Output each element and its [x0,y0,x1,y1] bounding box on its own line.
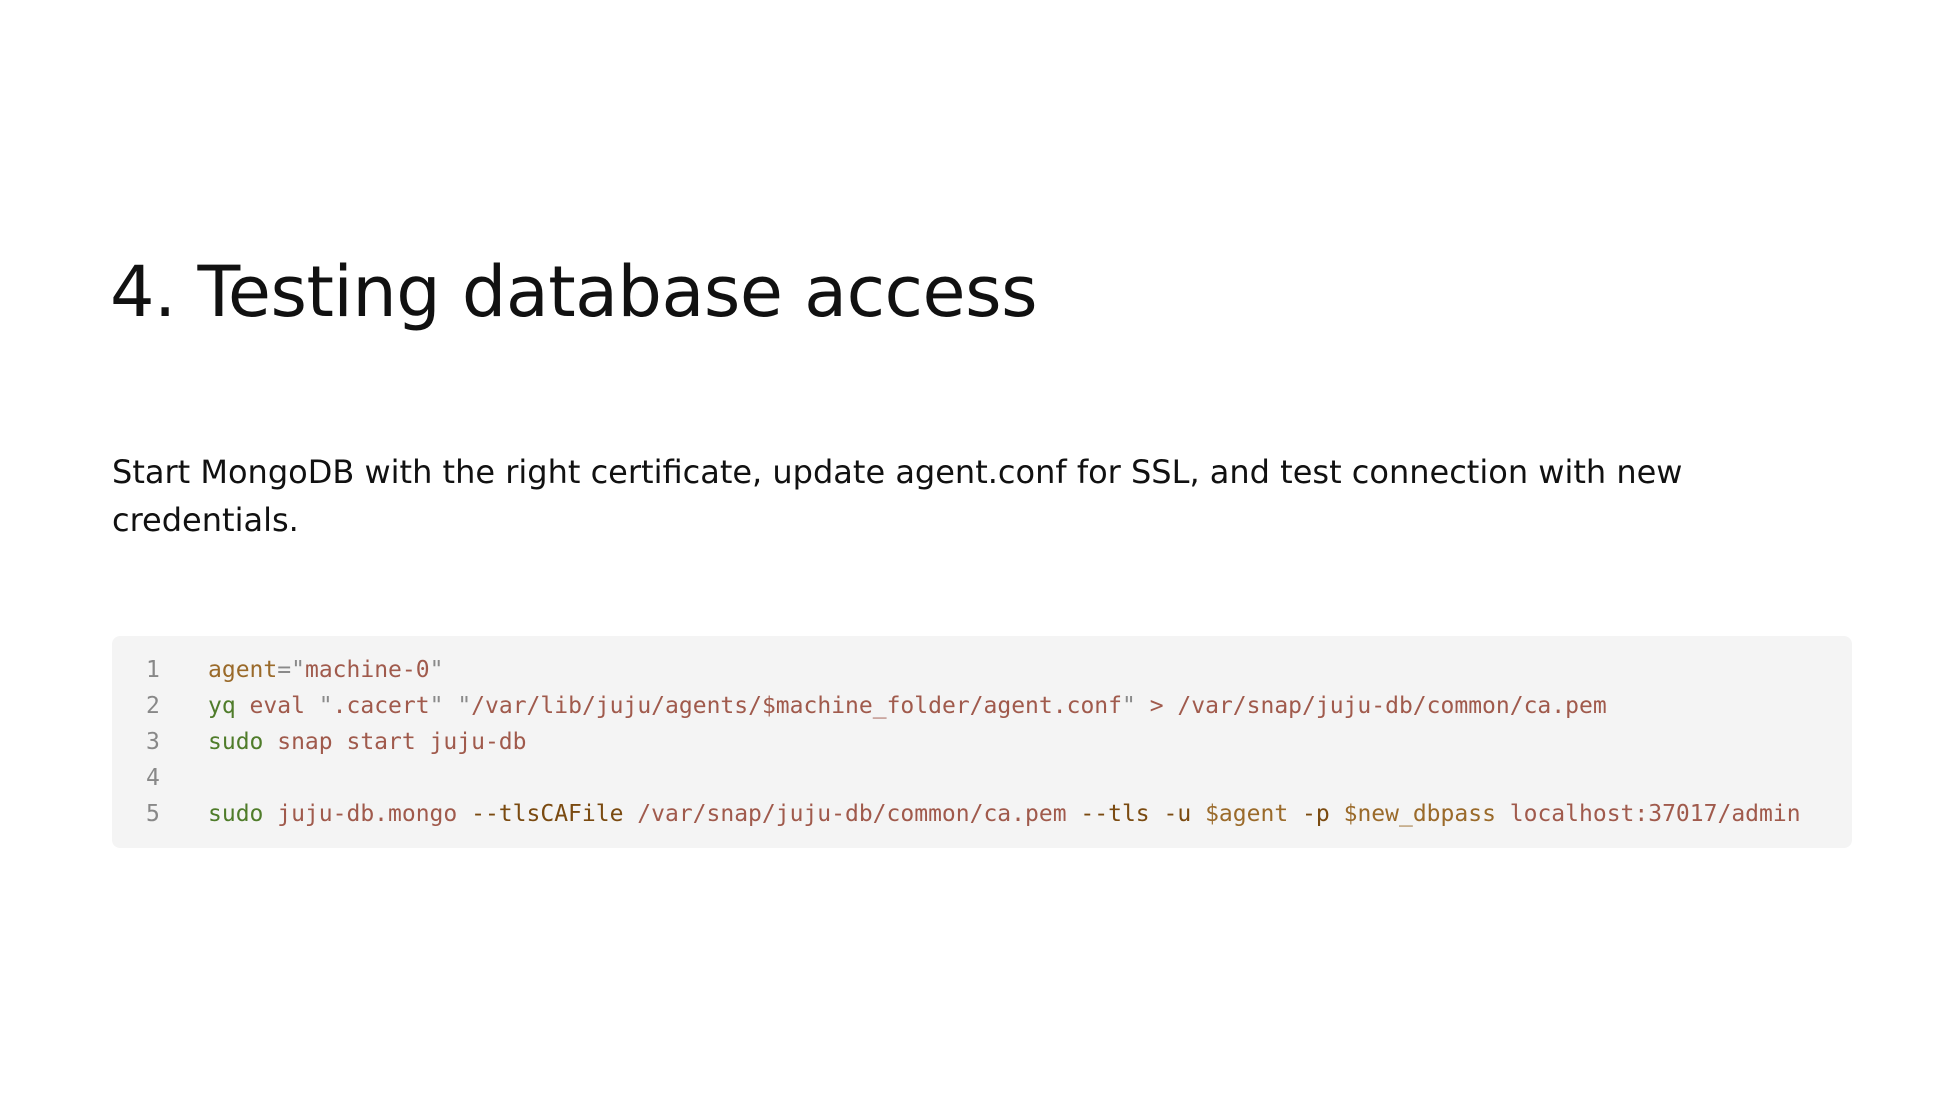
code-token: " [1122,693,1136,719]
code-token: -p [1302,801,1330,827]
code-token: /var/snap/juju-db/common/ca.pem [623,801,1081,827]
code-token: sudo [208,729,264,755]
code-token: /var/snap/juju-db/common/ca.pem [1177,693,1607,719]
code-token: " [318,693,333,719]
code-block[interactable]: 1 agent="machine-0" 2 yq eval ".cacert" "/v… [112,636,1852,848]
code-token: eval [235,693,319,719]
line-number: 5 [146,801,160,827]
code-token: " [291,657,305,683]
line-number: 4 [146,765,160,791]
code-token: juju-db.mongo [263,801,472,827]
slide-title: 4. Testing database access [110,251,1038,333]
code-token: yq [208,693,236,719]
code-token: -u [1163,801,1192,827]
line-number: 3 [146,729,160,755]
code-token: --tls [1080,801,1150,827]
line-number: 2 [146,693,160,719]
code-token: machine-0 [304,657,430,683]
code-line: 1 agent="machine-0" [112,652,1852,688]
code-token: " [429,693,444,719]
code-token: $new_dbpass [1343,801,1496,827]
code-text: sudo juju-db.mongo --tlsCAFile /var/snap… [196,796,1801,832]
line-number: 1 [146,657,160,683]
code-token: sudo [208,801,264,827]
code-token: > [1135,693,1178,719]
code-text: yq eval ".cacert" "/var/lib/juju/agents/… [196,688,1607,724]
code-text: sudo snap start juju-db [196,724,527,760]
code-token: = [277,657,292,683]
code-line: 5 sudo juju-db.mongo --tlsCAFile /var/sna… [112,796,1852,832]
code-line: 4 [112,760,1852,796]
code-line: 3 sudo snap start juju-db [112,724,1852,760]
code-text: agent="machine-0" [196,652,443,688]
code-token: localhost:37017/admin [1495,801,1801,827]
code-token: --tlsCAFile [471,801,624,827]
slide: 4. Testing database access Start MongoDB… [0,0,1960,1104]
code-token: snap start juju-db [263,729,527,755]
code-token: " [457,693,472,719]
code-line: 2 yq eval ".cacert" "/var/lib/juju/agents… [112,688,1852,724]
code-token: " [429,657,444,683]
code-token: $agent [1205,801,1289,827]
slide-description: Start MongoDB with the right certificate… [112,453,1683,539]
code-token: agent [208,657,278,683]
code-token: /var/lib/juju/agents/$machine_folder/age… [471,693,1122,719]
code-token: .cacert [332,693,430,719]
